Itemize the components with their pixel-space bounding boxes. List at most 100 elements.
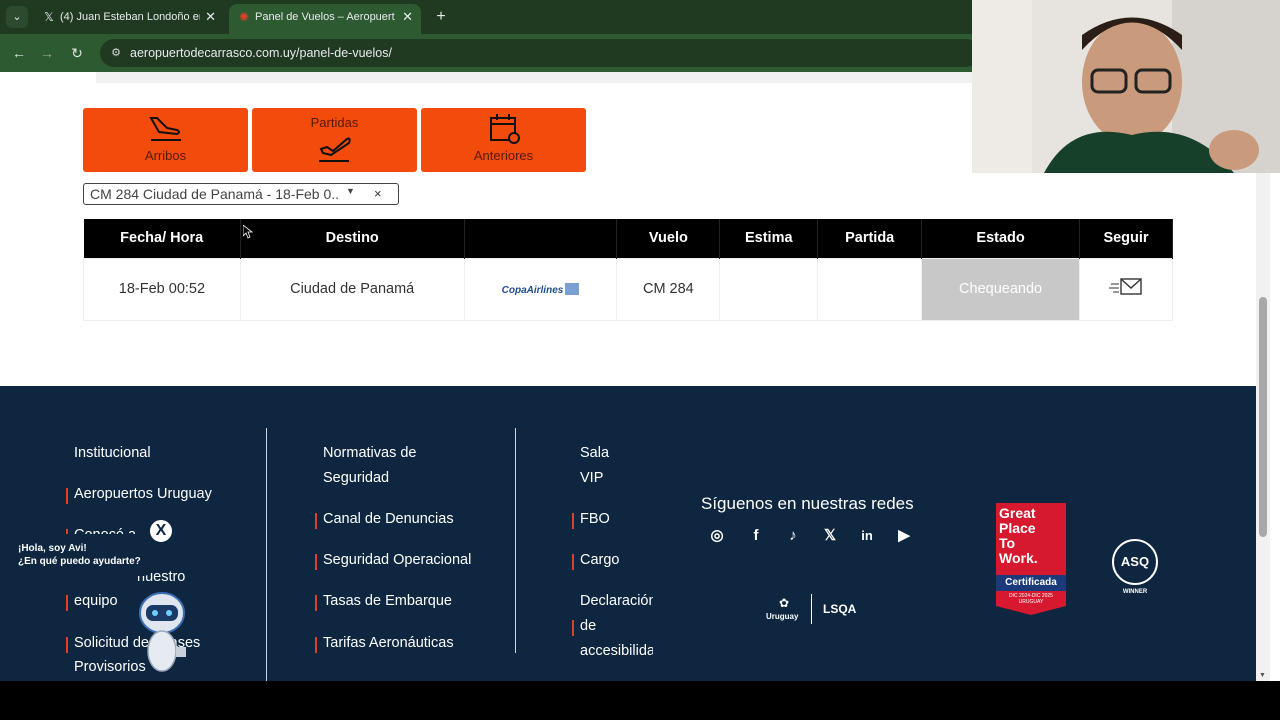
col-vuelo: Vuelo	[616, 219, 721, 258]
anteriores-label: Anteriores	[473, 148, 534, 163]
partidas-label: Partidas	[310, 115, 359, 130]
chevron-down-icon[interactable]: ▼	[346, 186, 355, 196]
lsqa-divider	[811, 594, 812, 624]
back-button[interactable]: ←	[8, 42, 30, 64]
lsqa-uruguay-text: Uruguay	[766, 612, 799, 621]
tab-x[interactable]: 𝕏 (4) Juan Esteban Londoño en X ✕	[34, 4, 224, 30]
cell-estado: Chequeando	[921, 257, 1081, 321]
arribos-button[interactable]: Arribos	[83, 108, 248, 172]
social-title: Síguenos en nuestras redes	[701, 494, 914, 513]
tab-search-button[interactable]: ⌄	[6, 6, 28, 28]
tab-title: (4) Juan Esteban Londoño en X	[60, 11, 200, 23]
clear-selection-icon[interactable]: ×	[374, 186, 382, 201]
tab-title: Panel de Vuelos – Aeropuerto d	[255, 11, 395, 23]
partidas-button[interactable]: Partidas	[252, 108, 417, 172]
reload-button[interactable]: ↻	[66, 42, 88, 64]
tiktok-icon[interactable]: ♪	[783, 526, 803, 546]
footer-seguridad[interactable]: Seguridad	[323, 466, 389, 491]
cell-destino: Ciudad de Panamá	[239, 257, 465, 321]
col-seguir: Seguir	[1079, 219, 1173, 258]
col-estado: Estado	[921, 219, 1081, 258]
flight-select[interactable]: CM 284 Ciudad de Panamá - 18-Feb 0.. ▼ ×	[83, 183, 399, 205]
instagram-icon[interactable]: ◎	[707, 526, 727, 546]
close-tab-icon[interactable]: ✕	[205, 4, 216, 30]
footer-normativas-de[interactable]: Normativas de	[323, 441, 416, 466]
footer-divider	[266, 428, 267, 681]
footer-tasas-de-embarque[interactable]: Tasas de Embarque	[315, 589, 452, 614]
footer-canal-de-denuncias[interactable]: Canal de Denuncias	[315, 507, 454, 532]
col-airline	[464, 219, 618, 258]
site-info-icon[interactable]: ⚙	[108, 45, 124, 61]
close-tab-icon[interactable]: ✕	[402, 4, 413, 30]
linkedin-icon[interactable]: in	[857, 526, 877, 546]
gptw-title: Great Place To Work.	[999, 506, 1038, 566]
plane-takeoff-icon	[318, 137, 351, 162]
footer-cargo[interactable]: Cargo	[572, 548, 620, 573]
calendar-icon	[489, 114, 520, 144]
col-fecha-hora: Fecha/ Hora	[83, 219, 241, 258]
new-tab-button[interactable]: +	[430, 6, 452, 28]
scroll-down-icon[interactable]: ▼	[1259, 672, 1266, 679]
forward-button[interactable]: →	[36, 42, 58, 64]
footer-declaracion[interactable]: Declaración	[580, 589, 653, 614]
footer-accesibilidad[interactable]: accesibilidad	[580, 639, 653, 664]
copa-logo-mark-icon	[565, 283, 580, 296]
cell-estima	[719, 257, 819, 321]
table-row[interactable]: 18-Feb 00:52 Ciudad de Panamá CopaAirlin…	[83, 257, 1173, 321]
footer-institucional[interactable]: Institucional	[74, 441, 151, 466]
footer-equipo[interactable]: equipo	[66, 589, 118, 614]
airport-favicon-icon: ✺	[238, 10, 250, 24]
envelope-icon[interactable]	[1109, 277, 1143, 297]
chat-close-button[interactable]: X	[148, 518, 174, 544]
footer-seguridad-operacional[interactable]: Seguridad Operacional	[314, 548, 471, 573]
x-logo-icon: 𝕏	[44, 10, 54, 24]
url-text: aeropuertodecarrasco.com.uy/panel-de-vue…	[130, 46, 392, 60]
footer-vip[interactable]: VIP	[580, 466, 603, 491]
footer-fbo[interactable]: FBO	[572, 507, 610, 532]
gptw-l1: Great	[999, 505, 1036, 521]
footer-tarifas-aeronauticas[interactable]: Tarifas Aeronáuticas	[315, 631, 454, 656]
cell-fecha: 18-Feb 00:52	[83, 257, 241, 321]
great-place-to-work-badge: Great Place To Work. Certificada DIC 202…	[996, 503, 1066, 615]
asq-circle: ASQ	[1112, 539, 1158, 585]
col-destino: Destino	[240, 219, 465, 258]
address-bar[interactable]: ⚙ aeropuertodecarrasco.com.uy/panel-de-v…	[100, 39, 980, 67]
footer-divider	[515, 428, 516, 653]
arribos-label: Arribos	[144, 148, 187, 163]
facebook-icon[interactable]: f	[746, 526, 766, 546]
chat-line-2: ¿En qué puedo ayudarte?	[18, 556, 141, 567]
gptw-country: URUGUAY	[1018, 599, 1044, 605]
col-estima: Estima	[719, 219, 819, 258]
gptw-l3: To	[999, 535, 1016, 551]
chat-greeting-bubble[interactable]: ¡Hola, soy Avi! ¿En qué puedo ayudarte?	[10, 534, 150, 576]
chat-line-1: ¡Hola, soy Avi!	[18, 543, 87, 554]
col-partida: Partida	[817, 219, 923, 258]
flight-select-value: CM 284 Ciudad de Panamá - 18-Feb 0..	[90, 186, 340, 202]
footer-aeropuertos-uruguay[interactable]: Aeropuertos Uruguay	[66, 482, 212, 507]
footer-de[interactable]: de	[571, 614, 596, 639]
uruguay-emblem-icon: ✿	[779, 596, 790, 610]
x-icon[interactable]: 𝕏	[820, 526, 840, 546]
anteriores-button[interactable]: Anteriores	[421, 108, 586, 172]
lsqa-text: LSQA	[823, 602, 857, 616]
gptw-cert: Certificada	[996, 575, 1066, 591]
gptw-l4: Work.	[999, 550, 1038, 566]
scrollbar-thumb[interactable]	[1259, 297, 1267, 537]
asq-winner: WINNER	[1122, 589, 1148, 595]
gptw-l2: Place	[999, 520, 1036, 536]
copa-airlines-logo: CopaAirlines	[501, 285, 564, 296]
webcam-overlay	[972, 0, 1280, 173]
lsqa-logo: ✿ Uruguay LSQA	[765, 594, 865, 638]
cell-partida	[817, 257, 923, 321]
mouse-cursor-icon	[243, 225, 253, 239]
presenter-video	[972, 0, 1280, 173]
tab-panel-de-vuelos[interactable]: ✺ Panel de Vuelos – Aeropuerto d ✕	[229, 4, 421, 34]
youtube-icon[interactable]: ▶	[894, 526, 914, 546]
cell-seguir[interactable]	[1079, 257, 1173, 321]
cell-airline: CopaAirlines	[463, 257, 618, 321]
gptw-dates: DIC 2024-DIC 2025 URUGUAY	[996, 593, 1066, 605]
footer-sala[interactable]: Sala	[580, 441, 609, 466]
asq-award-badge: ASQ WINNER	[1110, 537, 1160, 601]
chatbot-robot-avatar[interactable]	[133, 589, 191, 679]
plane-landing-icon	[148, 117, 181, 141]
